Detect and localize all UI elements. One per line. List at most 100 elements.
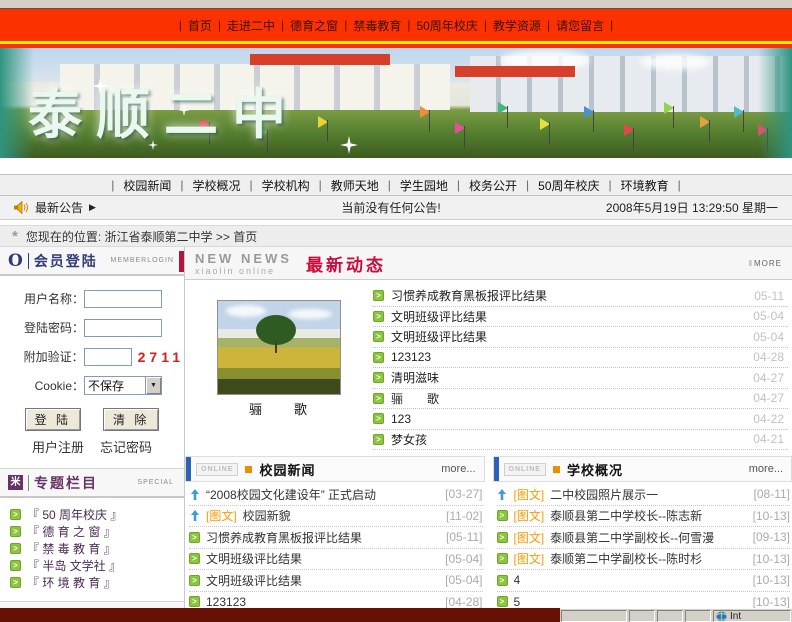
arrow-icon: > xyxy=(373,372,384,384)
campus-news-header: ONLINE 校园新闻 more... xyxy=(185,456,485,482)
nav-item[interactable]: 走进二中 xyxy=(227,17,275,34)
news-item[interactable]: [图文] 校园新貌 [11-02] xyxy=(189,506,483,527)
more-link[interactable]: more... xyxy=(441,463,475,475)
news-item[interactable]: >123 04-22 xyxy=(373,409,788,430)
news-item-date: [10-13] xyxy=(752,551,790,566)
spacer xyxy=(0,158,792,174)
nav-item[interactable]: 学生园地 xyxy=(400,177,448,194)
special-link[interactable]: > 『 50 周年校庆 』 xyxy=(10,506,178,523)
news-item[interactable]: > [图文] 泰顺第二中学副校长--陈时杉 [10-13] xyxy=(496,549,790,570)
datetime-display: 2008年5月19日 13:29:50 星期一 xyxy=(605,201,778,215)
nav-item[interactable]: 请您留言 xyxy=(556,17,604,34)
cookie-label: Cookie： xyxy=(34,379,84,393)
nav-item[interactable]: 教师天地 xyxy=(331,177,379,194)
flag-icon xyxy=(420,106,430,132)
news-item[interactable]: > [图文] 泰顺县第二中学校长--陈志新 [10-13] xyxy=(496,506,790,527)
nav-item[interactable]: 首页 xyxy=(188,17,212,34)
member-login-header: O 会员登陆 MEMBERLOGIN xyxy=(0,247,184,276)
news-item[interactable]: > 梦女孩 04-21 xyxy=(373,430,788,450)
photo-caption[interactable]: 骊 歌 xyxy=(185,399,373,418)
news-item-title: 文明班级评比结果 xyxy=(206,552,303,567)
news-item[interactable]: > 习惯养成教育黑板报评比结果 05-11 xyxy=(373,286,788,307)
username-field[interactable] xyxy=(84,289,162,308)
nav-item[interactable]: 德育之窗 xyxy=(290,17,338,34)
pic-text-tag: [图文] xyxy=(513,552,545,567)
news-columns: ONLINE 校园新闻 more... “2008校园文化建设年” 正式启动 [0… xyxy=(185,456,792,608)
news-item-title: 文明班级评比结果 xyxy=(391,330,488,345)
password-field[interactable] xyxy=(84,318,162,337)
nav-item[interactable]: 环境教育 xyxy=(621,177,669,194)
nav-item[interactable]: 学校机构 xyxy=(262,177,310,194)
username-label: 用户名称： xyxy=(23,292,84,306)
special-link[interactable]: > 『 德 育 之 窗 』 xyxy=(10,523,178,540)
news-item[interactable]: > [图文] 泰顺县第二中学副校长--何雪漫 [09-13] xyxy=(496,527,790,549)
captcha-field[interactable] xyxy=(83,347,132,366)
pin-icon xyxy=(189,510,200,522)
nav-separator: | xyxy=(281,18,285,32)
news-item-date: [05-11] xyxy=(446,530,483,545)
news-item[interactable]: [图文] 二中校园照片展示一 [08-11] xyxy=(496,484,790,506)
forgot-password-link[interactable]: 忘记密码 xyxy=(100,437,152,456)
chevron-down-icon[interactable]: ▼ xyxy=(145,377,161,394)
news-item[interactable]: >4 [10-13] xyxy=(496,570,790,592)
special-link-label: 『 50 周年校庆 』 xyxy=(27,508,123,522)
nav-item[interactable]: 50周年校庆 xyxy=(538,177,599,194)
clear-button[interactable]: 清 除 xyxy=(103,408,160,431)
flag-pole xyxy=(429,110,430,132)
latest-more-link[interactable]: ‖MORE xyxy=(749,259,782,268)
nav-item[interactable]: 校务公开 xyxy=(469,177,517,194)
news-item[interactable]: > 文明班级评比结果 05-04 xyxy=(373,307,788,327)
login-button[interactable]: 登 陆 xyxy=(24,408,81,431)
news-item-title: 清明滋味 xyxy=(391,371,440,386)
news-item[interactable]: >5 [10-13] xyxy=(496,592,790,608)
arrow-icon: > xyxy=(10,509,21,520)
news-item-date: [08-11] xyxy=(753,487,790,502)
announcement-arrow-icon[interactable]: ▶ xyxy=(89,202,96,213)
more-link[interactable]: more... xyxy=(749,463,783,475)
special-links: > 『 50 周年校庆 』 > 『 德 育 之 窗 』 > 『 禁 毒 教 育 』 > 『 半… xyxy=(0,498,184,602)
featured-photo[interactable] xyxy=(217,300,341,395)
arrow-icon: > xyxy=(10,577,21,588)
news-item[interactable]: > 习惯养成教育黑板报评比结果 [05-11] xyxy=(189,527,483,549)
news-item[interactable]: > 骊 歌 04-27 xyxy=(373,389,788,409)
top-navigation: | 首页 | 走进二中 | 德育之窗 | 禁毒教育 | 50周年校庆 | 教学资源 | 请您留言 | xyxy=(0,9,792,41)
news-item[interactable]: “2008校园文化建设年” 正式启动 [03-27] xyxy=(189,484,483,506)
cookie-select[interactable]: 不保存 ▼ xyxy=(84,376,162,395)
arrow-icon: > xyxy=(496,574,508,586)
news-item-title: 习惯养成教育黑板报评比结果 xyxy=(206,530,363,545)
nav-item[interactable]: 教学资源 xyxy=(493,17,541,34)
nav-separator: | xyxy=(344,18,348,32)
accent-bar xyxy=(179,251,184,272)
breadcrumb-text[interactable]: 您现在的位置: 浙江省泰顺第二中学 >> 首页 xyxy=(26,228,257,245)
news-item[interactable]: > 文明班级评比结果 05-04 xyxy=(373,327,788,348)
news-item[interactable]: > 文明班级评比结果 [05-04] xyxy=(189,570,483,592)
special-link-label: 『 禁 毒 教 育 』 xyxy=(27,542,116,556)
status-pane xyxy=(629,610,655,622)
login-subtitle: MEMBERLOGIN xyxy=(110,257,174,264)
news-item[interactable]: > 清明滋味 04-27 xyxy=(373,368,788,389)
nav-separator: | xyxy=(608,178,612,192)
nav-item[interactable]: 禁毒教育 xyxy=(353,17,401,34)
news-item-title: 泰顺县第二中学校长--陈志新 xyxy=(550,509,703,524)
special-link[interactable]: > 『 环 境 教 育 』 xyxy=(10,574,178,591)
news-item-date: [10-13] xyxy=(752,594,790,608)
news-item[interactable]: > 文明班级评比结果 [05-04] xyxy=(189,549,483,570)
register-link[interactable]: 用户注册 xyxy=(32,437,84,456)
status-pane xyxy=(657,610,683,622)
announcement-label[interactable]: 最新公告 xyxy=(35,199,83,216)
campus-news-list: “2008校园文化建设年” 正式启动 [03-27] [图文] 校园新貌 [11-02]… xyxy=(185,482,485,608)
nav-item[interactable]: 50周年校庆 xyxy=(416,17,477,34)
cloud xyxy=(640,54,710,70)
news-item[interactable]: >123123 04-28 xyxy=(373,348,788,368)
nav-item[interactable]: 学校概况 xyxy=(192,177,240,194)
news-item-title: 泰顺县第二中学副校长--何雪漫 xyxy=(550,530,715,545)
special-link[interactable]: > 『 半岛 文学社 』 xyxy=(10,557,178,574)
arrow-icon: > xyxy=(373,413,384,425)
window-top-strip xyxy=(0,0,792,9)
speaker-icon xyxy=(14,201,28,214)
nav-item[interactable]: 校园新闻 xyxy=(123,177,171,194)
news-item[interactable]: >123123 [04-28] xyxy=(189,592,483,608)
content-area: NEW NEWS xiaolin online 最新动态 ‖MORE 骊 歌 >… xyxy=(185,247,792,608)
special-link[interactable]: > 『 禁 毒 教 育 』 xyxy=(10,540,178,557)
site-footer-strip xyxy=(0,608,560,622)
